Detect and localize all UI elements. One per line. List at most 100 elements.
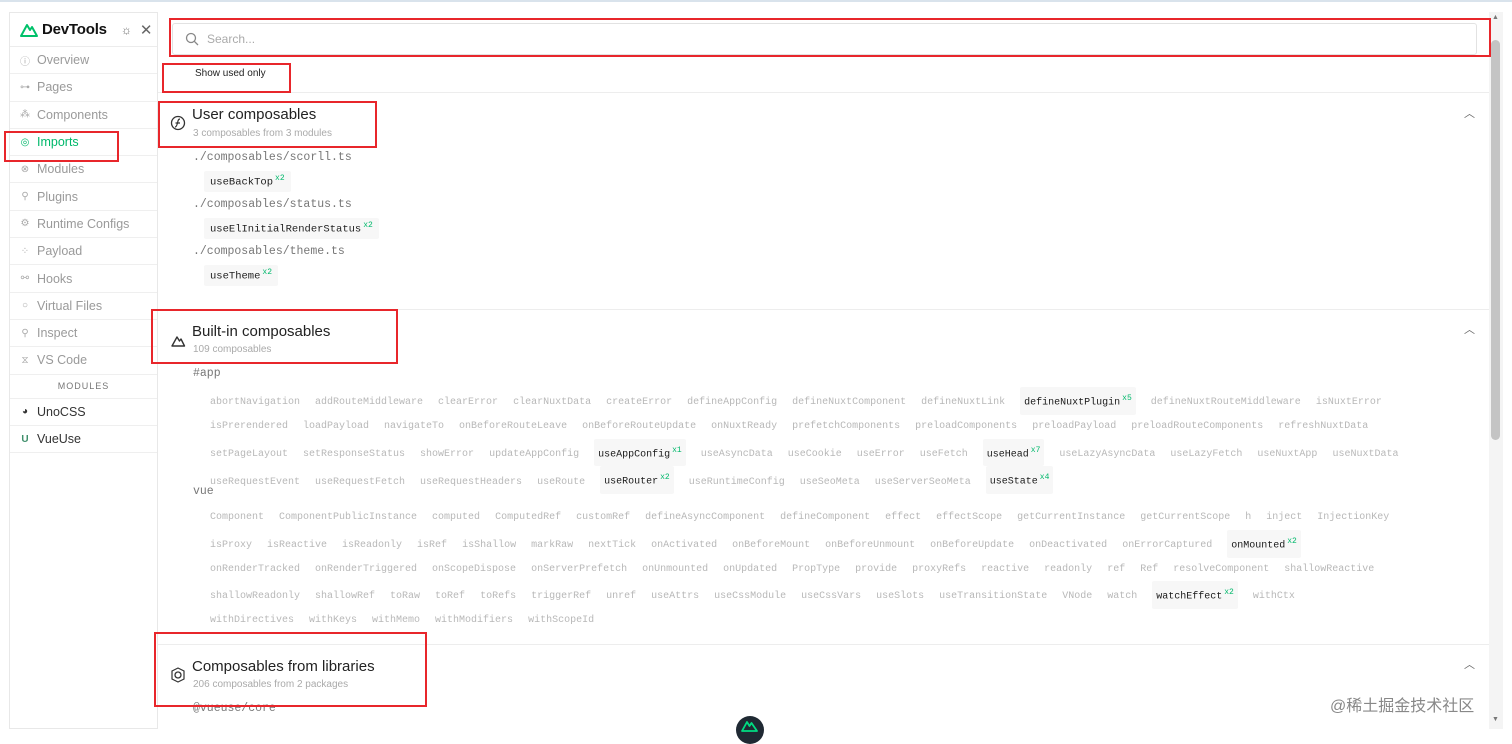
- composable-name[interactable]: Component: [210, 506, 264, 530]
- composable-name[interactable]: InjectionKey: [1317, 506, 1389, 530]
- composable-name[interactable]: isRef: [417, 534, 447, 558]
- composable-name[interactable]: isReactive: [267, 534, 327, 558]
- sidebar-item-virtual-files[interactable]: ○ Virtual Files: [10, 293, 157, 320]
- composable-name[interactable]: useHead x7: [982, 438, 1045, 467]
- composable-name[interactable]: Ref: [1140, 558, 1158, 582]
- composable-name[interactable]: onErrorCaptured: [1122, 534, 1212, 558]
- sidebar-item-hooks[interactable]: ⚯ Hooks: [10, 265, 157, 293]
- composable-name[interactable]: prefetchComponents: [792, 415, 900, 439]
- composable-name[interactable]: useFetch: [920, 443, 968, 467]
- composable-name[interactable]: useRoute: [537, 471, 585, 495]
- composable-name[interactable]: clearNuxtData: [513, 391, 591, 415]
- composable-name[interactable]: isNuxtError: [1316, 391, 1382, 415]
- composable-name[interactable]: useRequestFetch: [315, 471, 405, 495]
- composable-name[interactable]: isShallow: [462, 534, 516, 558]
- composable-name[interactable]: inject: [1266, 506, 1302, 530]
- composable-name[interactable]: preloadPayload: [1032, 415, 1116, 439]
- composable-name[interactable]: useRouter x2: [600, 466, 674, 495]
- theme-toggle-icon[interactable]: ☼: [121, 23, 132, 37]
- composable-name[interactable]: useLazyFetch: [1170, 443, 1242, 467]
- composable-name[interactable]: preloadRouteComponents: [1131, 415, 1263, 439]
- composable-name[interactable]: shallowRef: [315, 585, 375, 609]
- composable-name[interactable]: useTransitionState: [939, 585, 1047, 609]
- composable-name[interactable]: onBeforeUnmount: [825, 534, 915, 558]
- sidebar-item-payload[interactable]: ⁘ Payload: [10, 238, 157, 266]
- composable-name[interactable]: watchEffect x2: [1152, 581, 1238, 610]
- composable-name[interactable]: useAsyncData: [701, 443, 773, 467]
- composable-name[interactable]: navigateTo: [384, 415, 444, 439]
- composable-name[interactable]: onUnmounted: [642, 558, 708, 582]
- composable-name[interactable]: isReadonly: [342, 534, 402, 558]
- sidebar-item-runtime-configs[interactable]: ⚙ Runtime Configs: [10, 211, 157, 239]
- composable-name[interactable]: useCssModule: [714, 585, 786, 609]
- composable-name[interactable]: onServerPrefetch: [531, 558, 627, 582]
- scrollbar-thumb[interactable]: [1491, 40, 1500, 440]
- composable-name[interactable]: getCurrentInstance: [1017, 506, 1125, 530]
- composable-name[interactable]: defineComponent: [780, 506, 870, 530]
- composable-name[interactable]: isProxy: [210, 534, 252, 558]
- composable-name[interactable]: useAttrs: [651, 585, 699, 609]
- sidebar-item-pages[interactable]: ⊶ Pages: [10, 74, 157, 102]
- sidebar-item-vs-code[interactable]: ⧖ VS Code: [10, 347, 157, 375]
- composable-name[interactable]: shallowReadonly: [210, 585, 300, 609]
- composable-name[interactable]: onNuxtReady: [711, 415, 777, 439]
- composable-name[interactable]: useState x4: [985, 466, 1054, 495]
- composable-name[interactable]: useAppConfig x1: [594, 438, 686, 467]
- composable-name[interactable]: onRenderTracked: [210, 558, 300, 582]
- composable-name[interactable]: refreshNuxtData: [1278, 415, 1368, 439]
- composable-name[interactable]: defineNuxtComponent: [792, 391, 906, 415]
- composable-chip[interactable]: useBackTop x2: [204, 171, 291, 192]
- composable-name[interactable]: proxyRefs: [912, 558, 966, 582]
- composable-name[interactable]: toRaw: [390, 585, 420, 609]
- composable-name[interactable]: effect: [885, 506, 921, 530]
- composable-name[interactable]: setPageLayout: [210, 443, 288, 467]
- composable-name[interactable]: useServerSeoMeta: [875, 471, 971, 495]
- composable-name[interactable]: withScopeId: [528, 609, 594, 633]
- composable-name[interactable]: onUpdated: [723, 558, 777, 582]
- collapse-chevron-icon[interactable]: ︿: [1464, 656, 1475, 672]
- sidebar-item-plugins[interactable]: ⚲ Plugins: [10, 183, 157, 211]
- composable-name[interactable]: defineAppConfig: [687, 391, 777, 415]
- composable-name[interactable]: withMemo: [372, 609, 420, 633]
- composable-chip[interactable]: useTheme x2: [204, 265, 279, 286]
- composable-name[interactable]: watch: [1107, 585, 1137, 609]
- composable-name[interactable]: createError: [606, 391, 672, 415]
- sidebar-item-vueuse[interactable]: U VueUse: [10, 426, 157, 454]
- composable-name[interactable]: onActivated: [651, 534, 717, 558]
- composable-name[interactable]: showError: [420, 443, 474, 467]
- composable-name[interactable]: onMounted x2: [1227, 529, 1301, 558]
- composable-name[interactable]: useRequestHeaders: [420, 471, 522, 495]
- composable-name[interactable]: effectScope: [936, 506, 1002, 530]
- composable-name[interactable]: abortNavigation: [210, 391, 300, 415]
- composable-name[interactable]: defineNuxtLink: [921, 391, 1005, 415]
- nuxt-devtools-toggle-button[interactable]: [736, 716, 764, 744]
- composable-name[interactable]: VNode: [1062, 585, 1092, 609]
- composable-name[interactable]: preloadComponents: [915, 415, 1017, 439]
- sidebar-item-inspect[interactable]: ⚲ Inspect: [10, 320, 157, 348]
- composable-name[interactable]: setResponseStatus: [303, 443, 405, 467]
- composable-name[interactable]: shallowReactive: [1284, 558, 1374, 582]
- composable-name[interactable]: toRefs: [480, 585, 516, 609]
- sidebar-item-components[interactable]: ⁂ Components: [10, 102, 157, 129]
- composable-name[interactable]: onRenderTriggered: [315, 558, 417, 582]
- composable-name[interactable]: isPrerendered: [210, 415, 288, 439]
- composable-name[interactable]: provide: [855, 558, 897, 582]
- composable-chip[interactable]: useElInitialRenderStatus x2: [204, 218, 379, 239]
- composable-name[interactable]: withDirectives: [210, 609, 294, 633]
- composable-name[interactable]: ref: [1107, 558, 1125, 582]
- composable-name[interactable]: onBeforeMount: [732, 534, 810, 558]
- collapse-chevron-icon[interactable]: ︿: [1464, 105, 1475, 121]
- composable-name[interactable]: defineNuxtPlugin x5: [1020, 387, 1136, 415]
- composable-name[interactable]: useSlots: [876, 585, 924, 609]
- composable-name[interactable]: withKeys: [309, 609, 357, 633]
- composable-name[interactable]: readonly: [1044, 558, 1092, 582]
- scroll-down-arrow-icon[interactable]: ▼: [1492, 716, 1499, 723]
- composable-name[interactable]: onDeactivated: [1029, 534, 1107, 558]
- close-icon[interactable]: ✕: [140, 21, 153, 39]
- composable-name[interactable]: PropType: [792, 558, 840, 582]
- composable-name[interactable]: defineAsyncComponent: [645, 506, 765, 530]
- composable-name[interactable]: useNuxtApp: [1257, 443, 1317, 467]
- composable-name[interactable]: withModifiers: [435, 609, 513, 633]
- composable-name[interactable]: useNuxtData: [1332, 443, 1398, 467]
- composable-name[interactable]: updateAppConfig: [489, 443, 579, 467]
